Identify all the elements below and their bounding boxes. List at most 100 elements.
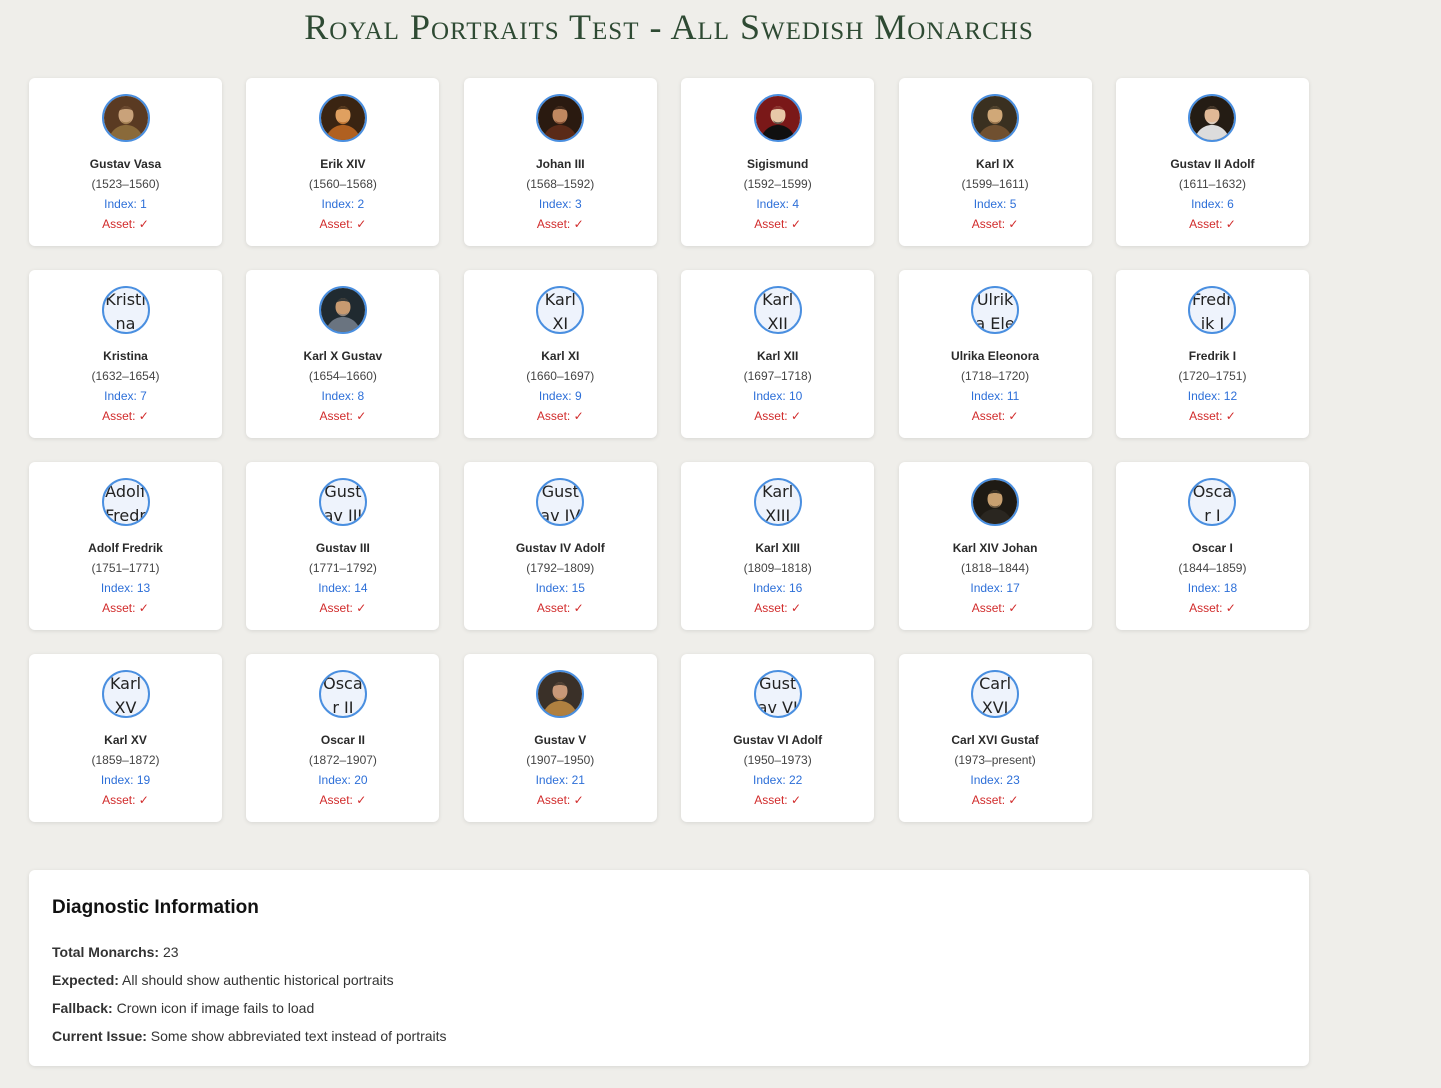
portrait-fallback-text: Gustav III bbox=[318, 478, 367, 526]
monarch-years: (1592–1599) bbox=[743, 177, 812, 191]
portrait-painting bbox=[755, 96, 800, 140]
monarch-card: Karl XIV Johan (1818–1844) Index: 17 Asset:… bbox=[898, 462, 1092, 630]
monarch-name: Karl IX bbox=[976, 157, 1015, 171]
monarch-years: (1611–1632) bbox=[1178, 177, 1247, 191]
portrait-alt-text: Carl XVI bbox=[979, 674, 1012, 716]
monarch-card: Erik XIV (1560–1568) Index: 2 Asset: ✓ bbox=[246, 78, 440, 246]
monarch-years: (1907–1950) bbox=[526, 753, 595, 767]
monarch-name: Adolf Fredrik bbox=[88, 541, 163, 555]
diagnostic-panel: Diagnostic Information Total Monarchs: 2… bbox=[29, 870, 1309, 1066]
monarch-card: Carl XVI Carl XVI Gustaf (1973–present) Ind… bbox=[898, 654, 1092, 822]
monarch-card: Fredrik I Fredrik I (1720–1751) Index: 12 As… bbox=[1115, 270, 1309, 438]
monarch-asset-status: Asset: ✓ bbox=[754, 217, 802, 231]
monarch-asset-status: Asset: ✓ bbox=[754, 409, 802, 423]
monarch-years: (1792–1809) bbox=[526, 561, 595, 575]
portrait-painting bbox=[103, 96, 148, 140]
portrait-alt-text: Ulrika Eleonora bbox=[975, 290, 1015, 332]
monarch-asset-status: Asset: ✓ bbox=[1189, 409, 1236, 423]
monarch-name: Oscar II bbox=[320, 733, 365, 747]
monarch-years: (1654–1660) bbox=[308, 369, 377, 383]
expected-label: Expected: bbox=[52, 972, 119, 988]
monarch-index: Index: 23 bbox=[970, 773, 1020, 787]
monarch-years: (1872–1907) bbox=[308, 753, 377, 767]
monarch-name: Gustav Vasa bbox=[89, 157, 162, 171]
portrait-alt-text: Fredrik I bbox=[1192, 290, 1233, 332]
monarch-card: Gustav III Gustav III (1771–1792) Index: 14… bbox=[246, 462, 440, 630]
monarch-years: (1818–1844) bbox=[961, 561, 1030, 575]
monarch-asset-status: Asset: ✓ bbox=[536, 793, 584, 807]
monarch-index: Index: 20 bbox=[318, 773, 368, 787]
fallback-value: Crown icon if image fails to load bbox=[112, 1000, 315, 1016]
portrait-fallback-text: Karl XI bbox=[536, 286, 585, 334]
monarch-asset-status: Asset: ✓ bbox=[536, 217, 584, 231]
monarch-asset-status: Asset: ✓ bbox=[319, 601, 367, 615]
portrait-alt-text: Oscar II bbox=[323, 674, 363, 716]
monarch-years: (1950–1973) bbox=[743, 753, 812, 767]
portrait-painting bbox=[320, 288, 365, 332]
monarch-years: (1859–1872) bbox=[91, 753, 160, 767]
portrait-alt-text: Gustav VI bbox=[757, 674, 798, 716]
monarch-name: Gustav V bbox=[534, 733, 587, 747]
monarch-name: Gustav II Adolf bbox=[1170, 157, 1255, 171]
fallback-row: Fallback: Crown icon if image fails to l… bbox=[52, 994, 1286, 1022]
monarch-asset-status: Asset: ✓ bbox=[102, 409, 149, 423]
monarch-grid: Gustav Vasa (1523–1560) Index: 1 Asset: ✓ Er… bbox=[29, 78, 1309, 822]
portrait-image bbox=[101, 94, 150, 142]
monarch-name: Karl XIII bbox=[755, 541, 801, 555]
fallback-label: Fallback: bbox=[52, 1000, 113, 1016]
monarch-index: Index: 19 bbox=[100, 773, 151, 787]
monarch-card: Gustav II Adolf (1611–1632) Index: 6 Asset:… bbox=[1115, 78, 1309, 246]
portrait-alt-text: Karl XV bbox=[109, 674, 142, 716]
monarch-card: Johan III (1568–1592) Index: 3 Asset: ✓ bbox=[463, 78, 657, 246]
monarch-name: Erik XIV bbox=[320, 157, 366, 171]
monarch-index: Index: 22 bbox=[752, 773, 803, 787]
monarch-name: Gustav III bbox=[315, 541, 370, 555]
monarch-years: (1973–present) bbox=[954, 753, 1036, 767]
monarch-index: Index: 6 bbox=[1191, 197, 1234, 211]
expected-value: All should show authentic historical por… bbox=[118, 972, 394, 988]
monarch-asset-status: Asset: ✓ bbox=[319, 409, 367, 423]
monarch-asset-status: Asset: ✓ bbox=[754, 601, 802, 615]
monarch-years: (1809–1818) bbox=[743, 561, 812, 575]
monarch-index: Index: 18 bbox=[1187, 581, 1238, 595]
monarch-years: (1568–1592) bbox=[526, 177, 595, 191]
monarch-index: Index: 14 bbox=[318, 581, 368, 595]
portrait-alt-text: Karl XII bbox=[762, 290, 794, 332]
portrait-image bbox=[318, 286, 367, 334]
portrait-fallback-text: Kristina bbox=[101, 286, 150, 334]
monarch-card: Oscar I Oscar I (1844–1859) Index: 18 Asset:… bbox=[1115, 462, 1309, 630]
monarch-name: Gustav VI Adolf bbox=[733, 733, 823, 747]
monarch-index: Index: 13 bbox=[100, 581, 151, 595]
current-issue-label: Current Issue: bbox=[52, 1028, 147, 1044]
portrait-fallback-text: Carl XVI bbox=[971, 670, 1020, 718]
monarch-card: Gustav IV Gustav IV Adolf (1792–1809) Index… bbox=[463, 462, 657, 630]
monarch-index: Index: 11 bbox=[970, 389, 1020, 403]
monarch-asset-status: Asset: ✓ bbox=[971, 409, 1019, 423]
portrait-alt-text: Oscar I bbox=[1192, 482, 1233, 524]
monarch-card: Oscar II Oscar II (1872–1907) Index: 20 Asse… bbox=[246, 654, 440, 822]
portrait-fallback-text: Karl XIII bbox=[753, 478, 802, 526]
monarch-name: Oscar I bbox=[1192, 541, 1233, 555]
monarch-asset-status: Asset: ✓ bbox=[102, 217, 149, 231]
portrait-alt-text: Karl XIII bbox=[762, 482, 794, 524]
monarch-name: Ulrika Eleonora bbox=[951, 349, 1040, 363]
portrait-painting bbox=[320, 96, 365, 140]
monarch-years: (1632–1654) bbox=[91, 369, 160, 383]
monarch-index: Index: 1 bbox=[104, 197, 147, 211]
monarch-asset-status: Asset: ✓ bbox=[1189, 217, 1236, 231]
monarch-asset-status: Asset: ✓ bbox=[536, 409, 584, 423]
monarch-name: Karl XI bbox=[541, 349, 580, 363]
portrait-image bbox=[753, 94, 802, 142]
monarch-asset-status: Asset: ✓ bbox=[754, 793, 802, 807]
expected-row: Expected: All should show authentic hist… bbox=[52, 966, 1286, 994]
total-monarchs-row: Total Monarchs: 23 bbox=[52, 938, 1286, 966]
monarch-asset-status: Asset: ✓ bbox=[971, 217, 1019, 231]
monarch-index: Index: 15 bbox=[535, 581, 585, 595]
monarch-index: Index: 21 bbox=[535, 773, 585, 787]
monarch-index: Index: 5 bbox=[973, 197, 1017, 211]
portrait-alt-text: Gustav III bbox=[323, 482, 363, 524]
current-issue-row: Current Issue: Some show abbreviated tex… bbox=[52, 1022, 1286, 1050]
portrait-painting bbox=[538, 672, 583, 716]
portrait-fallback-text: Karl XII bbox=[753, 286, 802, 334]
page-title: Royal Portraits Test - All Swedish Monar… bbox=[304, 7, 1034, 47]
